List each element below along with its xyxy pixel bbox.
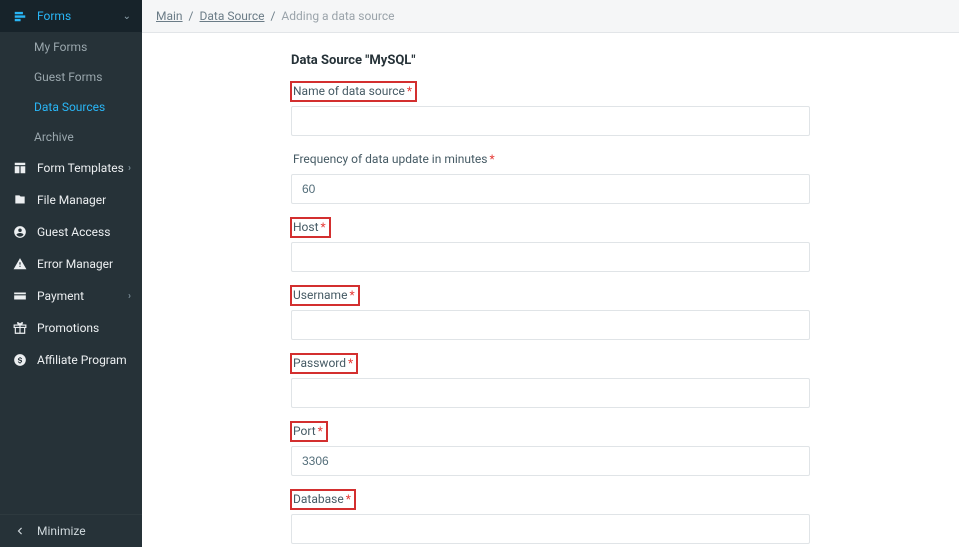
templates-icon: [11, 161, 29, 175]
guest-icon: [11, 225, 29, 239]
scroll-area[interactable]: Data Source "MySQL" Name of data source*…: [142, 33, 959, 547]
chevron-down-icon: ⌄: [123, 11, 131, 22]
nav-label: Error Manager: [37, 257, 113, 271]
content-area: Main / Data Source / Adding a data sourc…: [142, 0, 959, 547]
nav-item-forms[interactable]: Forms ⌄: [0, 0, 142, 32]
required-star: *: [407, 84, 412, 98]
nav-item-payment[interactable]: Payment ›: [0, 280, 142, 312]
nav-item-affiliate-program[interactable]: Affiliate Program: [0, 344, 142, 376]
username-label: Username*: [291, 286, 359, 305]
username-input[interactable]: [291, 310, 810, 340]
subnav-item-guest-forms[interactable]: Guest Forms: [0, 62, 142, 92]
nav-label: Payment: [37, 289, 84, 303]
required-star: *: [346, 492, 351, 506]
subnav-item-my-forms[interactable]: My Forms: [0, 32, 142, 62]
frequency-input[interactable]: [291, 174, 810, 204]
nav-item-error-manager[interactable]: Error Manager: [0, 248, 142, 280]
payment-icon: [11, 289, 29, 303]
database-label: Database*: [291, 490, 355, 509]
minimize-label: Minimize: [37, 524, 86, 538]
breadcrumb-main[interactable]: Main: [156, 9, 183, 23]
required-star: *: [349, 288, 354, 302]
required-star: *: [318, 424, 323, 438]
nav-item-guest-access[interactable]: Guest Access: [0, 216, 142, 248]
port-label: Port*: [291, 422, 327, 441]
port-input[interactable]: [291, 446, 810, 476]
nav-label: Promotions: [37, 321, 99, 335]
nav-label: Affiliate Program: [37, 353, 127, 367]
chevron-left-icon: [11, 524, 29, 538]
nav-label: Form Templates: [37, 161, 124, 175]
subnav-item-archive[interactable]: Archive: [0, 122, 142, 152]
nav-item-form-templates[interactable]: Form Templates ›: [0, 152, 142, 184]
nav-label: Forms: [37, 9, 71, 23]
gift-icon: [11, 321, 29, 335]
frequency-label: Frequency of data update in minutes*: [291, 150, 499, 169]
required-star: *: [489, 152, 494, 166]
forms-icon: [11, 9, 29, 23]
file-icon: [11, 193, 29, 207]
breadcrumb-current: Adding a data source: [281, 9, 394, 23]
nav-item-file-manager[interactable]: File Manager: [0, 184, 142, 216]
page-title: Data Source "MySQL": [291, 53, 810, 68]
required-star: *: [321, 220, 326, 234]
error-icon: [11, 257, 29, 271]
dollar-icon: [11, 353, 29, 367]
password-label: Password*: [291, 354, 357, 373]
nav-item-promotions[interactable]: Promotions: [0, 312, 142, 344]
name-label: Name of data source*: [291, 82, 416, 101]
password-input[interactable]: [291, 378, 810, 408]
database-input[interactable]: [291, 514, 810, 544]
chevron-right-icon: ›: [128, 291, 131, 302]
breadcrumb-sep: /: [186, 9, 197, 23]
name-input[interactable]: [291, 106, 810, 136]
required-star: *: [348, 356, 353, 370]
nav-label: File Manager: [37, 193, 106, 207]
host-input[interactable]: [291, 242, 810, 272]
breadcrumb: Main / Data Source / Adding a data sourc…: [142, 0, 959, 33]
subnav-item-data-sources[interactable]: Data Sources: [0, 92, 142, 122]
minimize-button[interactable]: Minimize: [0, 515, 142, 547]
nav-label: Guest Access: [37, 225, 110, 239]
breadcrumb-sep: /: [267, 9, 278, 23]
breadcrumb-data-source[interactable]: Data Source: [199, 9, 264, 23]
sidebar: Forms ⌄ My FormsGuest FormsData SourcesArc…: [0, 0, 142, 547]
host-label: Host*: [291, 218, 330, 237]
chevron-right-icon: ›: [128, 163, 131, 174]
